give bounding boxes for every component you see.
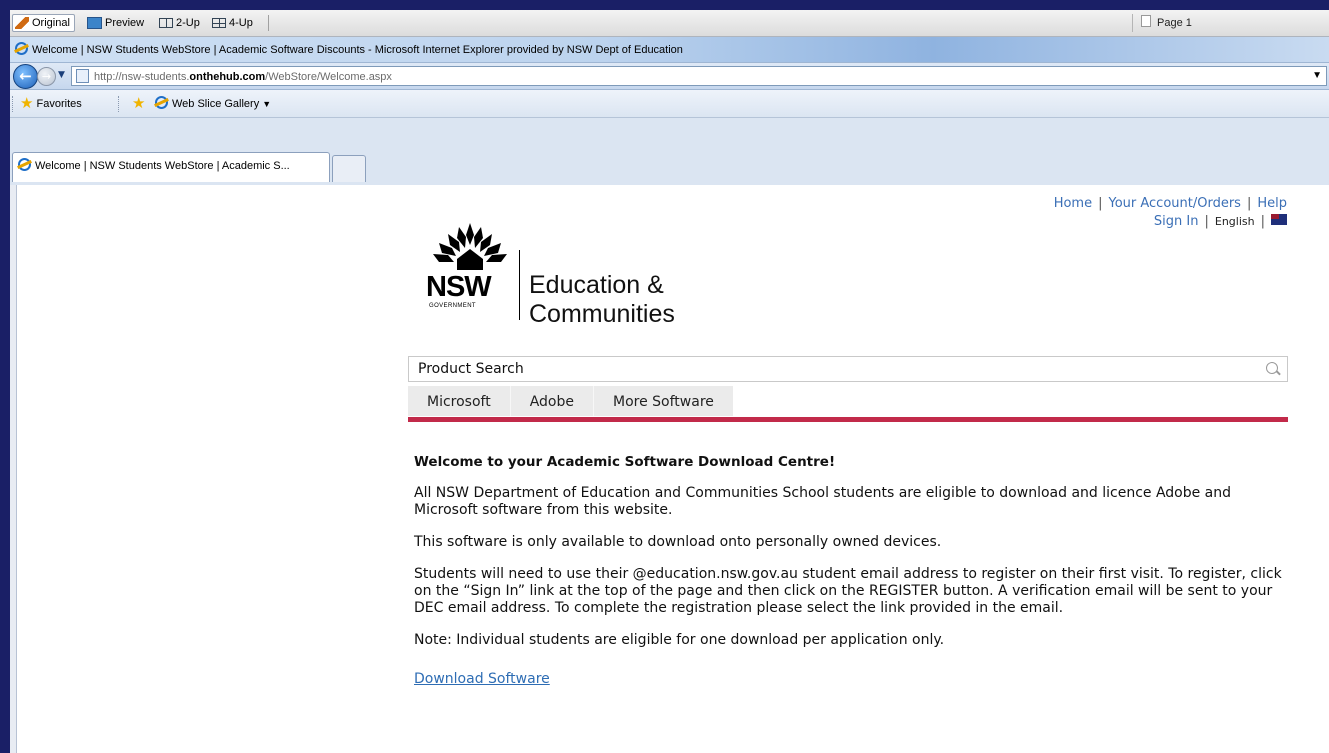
history-dropdown-icon[interactable]: ▼ xyxy=(58,70,65,80)
product-search-input[interactable] xyxy=(409,357,1249,381)
ie-logo-icon xyxy=(15,42,28,55)
web-slice-label: Web Slice Gallery xyxy=(172,98,260,110)
eligibility-paragraph: All NSW Department of Education and Comm… xyxy=(414,485,1232,518)
window-frame-left xyxy=(0,0,10,753)
preview-icon xyxy=(87,17,102,29)
page-favicon-icon xyxy=(76,69,89,83)
accent-divider xyxy=(408,417,1288,422)
web-page: Home | Your Account/Orders | Help Sign In | En… xyxy=(17,186,1329,753)
toolbar-grip xyxy=(12,96,16,112)
chevron-down-icon: ▼ xyxy=(262,99,272,109)
ie-page-icon xyxy=(155,96,168,109)
add-favorite-icon: ★ xyxy=(132,95,146,112)
registration-paragraph: Students will need to use their @educati… xyxy=(414,566,1282,616)
add-favorite-button[interactable]: ★ xyxy=(132,90,145,118)
new-tab-button[interactable] xyxy=(332,155,366,182)
page-icon xyxy=(1141,15,1151,27)
tab-microsoft[interactable]: Microsoft xyxy=(408,386,510,416)
education-communities-wordmark: Education & Communities xyxy=(529,271,675,329)
download-software-link[interactable]: Download Software xyxy=(414,671,550,688)
tab-adobe[interactable]: Adobe xyxy=(509,386,594,416)
logo-ampersand: & xyxy=(647,271,664,299)
window-frame-top xyxy=(0,0,1329,10)
help-link[interactable]: Help xyxy=(1257,196,1287,211)
note-paragraph: Note: Individual students are eligible f… xyxy=(414,632,945,648)
url-domain: onthehub.com xyxy=(189,71,266,83)
pencil-icon xyxy=(15,17,29,29)
language-selector[interactable]: English xyxy=(1215,215,1255,228)
two-up-button[interactable]: 2-Up xyxy=(157,14,204,32)
category-tabs: Microsoft Adobe More Software xyxy=(408,386,733,416)
window-title: Welcome | NSW Students WebStore | Academ… xyxy=(32,44,683,56)
logo-line-communities: Communities xyxy=(529,300,675,328)
home-link[interactable]: Home xyxy=(1054,196,1092,211)
address-bar-row: ← → ▼ http://nsw-students.onthehub.com/W… xyxy=(10,63,1329,90)
tab-more-software[interactable]: More Software xyxy=(593,386,733,416)
page-indicator: Page 1 xyxy=(1132,14,1322,32)
preview-button[interactable]: Preview xyxy=(85,14,148,32)
viewer-toolbar: Original Preview 2-Up 4-Up Page 1 xyxy=(10,10,1329,37)
browser-tab-welcome[interactable]: Welcome | NSW Students WebStore | Academ… xyxy=(12,152,330,182)
page-left-border xyxy=(10,185,17,753)
four-up-label: 4-Up xyxy=(229,17,253,29)
web-slice-gallery-button[interactable]: Web Slice Gallery ▼ xyxy=(155,90,271,118)
welcome-heading: Welcome to your Academic Software Downlo… xyxy=(414,454,836,470)
url-path: /WebStore/Welcome.aspx xyxy=(265,71,392,83)
header-links: Home | Your Account/Orders | Help Sign In | En… xyxy=(1017,195,1287,231)
favorites-bar: ★ Favorites ★ Web Slice Gallery ▼ xyxy=(10,90,1329,118)
address-input[interactable]: http://nsw-students.onthehub.com/WebStor… xyxy=(71,66,1327,86)
link-separator: | xyxy=(1260,214,1265,229)
welcome-article: Welcome to your Academic Software Downlo… xyxy=(414,454,1282,688)
waratah-icon xyxy=(433,223,507,270)
account-orders-link[interactable]: Your Account/Orders xyxy=(1108,196,1240,211)
link-separator: | xyxy=(1098,196,1103,211)
four-up-icon xyxy=(212,18,226,28)
page-indicator-label: Page 1 xyxy=(1157,17,1192,29)
australia-flag-icon[interactable] xyxy=(1271,214,1287,225)
sign-in-link[interactable]: Sign In xyxy=(1154,214,1199,229)
logo-divider xyxy=(519,250,520,320)
two-up-icon xyxy=(159,18,173,28)
preview-label: Preview xyxy=(105,17,145,29)
forward-button[interactable]: → xyxy=(37,67,56,86)
url-prefix: http://nsw-students. xyxy=(94,71,190,83)
original-view-button[interactable]: Original xyxy=(12,14,75,32)
back-button[interactable]: ← xyxy=(13,64,38,89)
four-up-button[interactable]: 4-Up xyxy=(210,14,257,32)
favorites-button[interactable]: ★ Favorites xyxy=(20,90,82,118)
toolbar-divider xyxy=(268,15,269,31)
original-label: Original xyxy=(32,17,70,29)
link-separator: | xyxy=(1204,214,1209,229)
favorites-divider xyxy=(118,96,120,112)
two-up-label: 2-Up xyxy=(176,17,200,29)
devices-paragraph: This software is only available to downl… xyxy=(414,534,942,550)
search-icon[interactable] xyxy=(1266,362,1278,374)
nsw-wordmark: NSW xyxy=(426,271,492,303)
nsw-education-logo: NSW GOVERNMENT Education & Communities xyxy=(423,217,723,335)
browser-title-bar: Welcome | NSW Students WebStore | Academ… xyxy=(10,37,1329,63)
favorites-label: Favorites xyxy=(36,98,82,110)
logo-line-education: Education xyxy=(529,271,641,299)
star-icon: ★ xyxy=(20,95,34,112)
link-separator: | xyxy=(1246,196,1252,211)
tab-title: Welcome | NSW Students WebStore | Academ… xyxy=(35,160,290,172)
browser-tab-strip: Welcome | NSW Students WebStore | Academ… xyxy=(10,118,1329,185)
address-dropdown-icon[interactable]: ▼ xyxy=(1312,67,1322,85)
government-wordmark: GOVERNMENT xyxy=(429,303,477,309)
product-search-box xyxy=(408,356,1288,382)
tab-ie-icon xyxy=(18,158,31,171)
